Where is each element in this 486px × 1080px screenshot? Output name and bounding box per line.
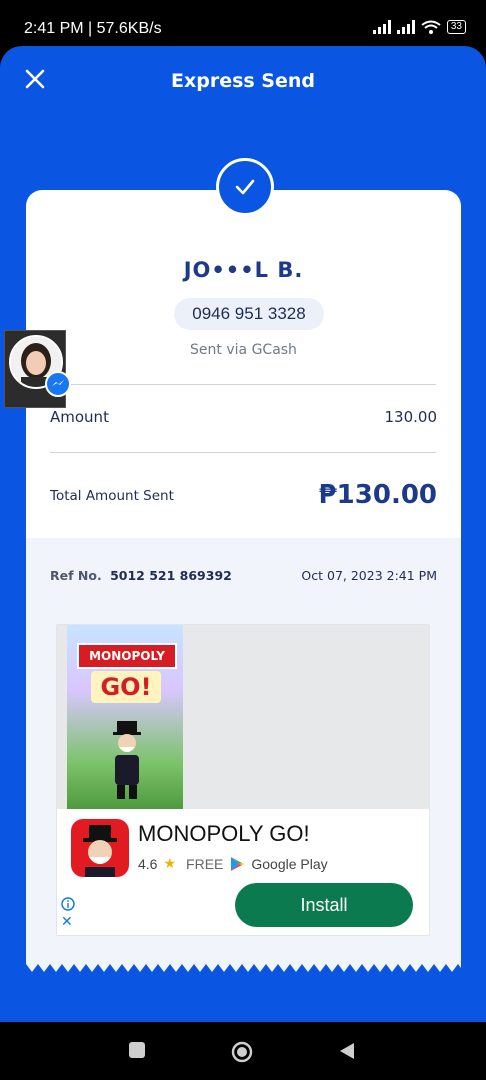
messenger-icon [45,371,71,397]
ad-close-icon[interactable]: ✕ [61,915,73,929]
status-icons: 33 [372,20,466,34]
ref-label: Ref No. 5012 521 869392 [50,568,232,583]
status-time: 2:41 PM | 57.6KB/s [24,20,162,37]
success-check-icon [216,158,274,216]
app-icon[interactable] [71,819,129,877]
mascot-image [113,721,141,799]
reference-section: Ref No. 5012 521 869392 Oct 07, 2023 2:4… [26,538,461,972]
app-price: FREE [186,855,224,872]
messenger-chat-head[interactable] [4,330,71,408]
divider [50,384,436,385]
amount-label: Amount [50,408,109,426]
amount-value: 130.00 [384,408,438,426]
store-name: Google Play [251,855,328,872]
game-logo-line1: MONOPOLY [77,643,177,669]
google-play-icon [231,856,245,871]
receipt-zigzag-edge [26,964,461,978]
home-button[interactable] [231,1041,253,1063]
divider [50,452,436,453]
page-title: Express Send [170,70,316,92]
ref-label-text: Ref No. [50,568,102,583]
express-send-screen: Express Send JO•••L B. 0946 951 3328 Sen… [0,46,486,1022]
ad-image-area[interactable]: MONOPOLY GO! [57,625,429,809]
recents-button[interactable] [128,1041,146,1059]
total-value: ₱130.00 [318,480,437,510]
recipient-name: JO•••L B. [183,258,304,282]
receipt-card: JO•••L B. 0946 951 3328 Sent via GCash A… [26,190,461,972]
total-label: Total Amount Sent [50,488,174,504]
wifi-icon [421,20,441,34]
status-bar: 2:41 PM | 57.6KB/s 33 [0,0,486,46]
recipient-phone: 0946 951 3328 [174,298,324,330]
signal-icon-2 [396,20,415,34]
ad-game-image[interactable]: MONOPOLY GO! [67,625,183,809]
transaction-date: Oct 07, 2023 2:41 PM [301,568,437,583]
system-nav-bar [0,1022,486,1080]
signal-icon [372,20,391,34]
ref-number: 5012 521 869392 [110,568,232,583]
ad-banner[interactable]: MONOPOLY GO! MONOPOLY GO! 4.6 ★ FREE Goo… [56,624,430,936]
app-rating: 4.6 [138,855,158,872]
app-meta: 4.6 ★ FREE Google Play [138,855,328,872]
back-button[interactable] [338,1041,356,1061]
sent-via-text: Sent via GCash [190,342,297,358]
ad-info-icon[interactable] [61,897,75,911]
monopoly-icon [83,825,117,877]
star-icon: ★ [163,855,177,871]
install-button[interactable]: Install [235,883,413,927]
app-name[interactable]: MONOPOLY GO! [138,821,310,847]
game-logo-line2: GO! [91,671,161,703]
battery-icon: 33 [446,20,466,34]
